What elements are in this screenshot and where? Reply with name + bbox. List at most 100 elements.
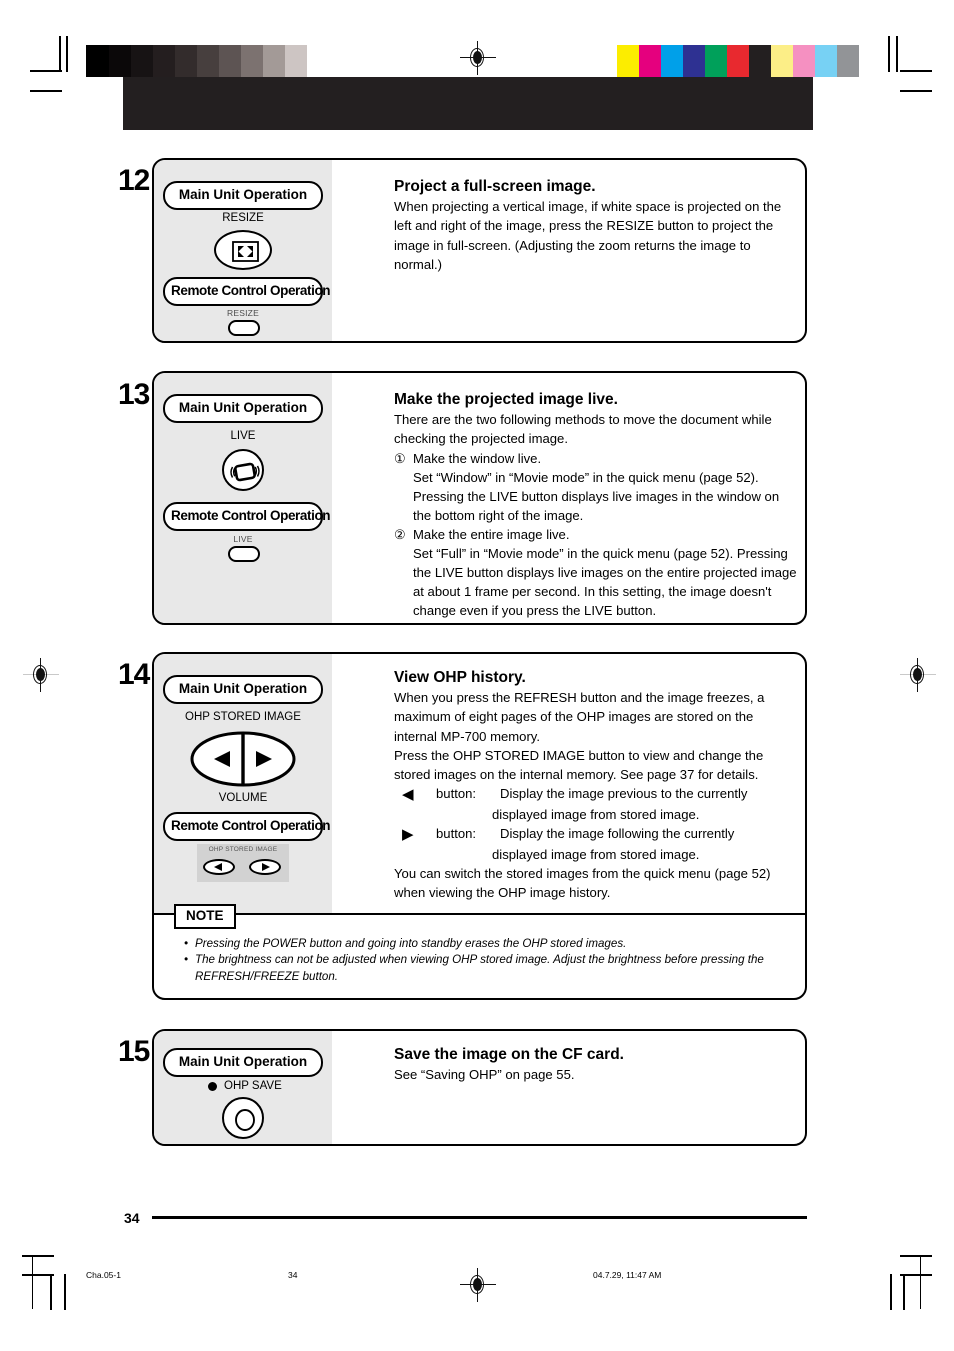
step-14-body-2: Press the OHP STORED IMAGE button to vie… [394,747,764,782]
step-14-prev-button-row: ◀ button: Display the image previous to … [394,784,799,805]
color-swatch-0 [617,45,639,77]
step-14-body-1: When you press the REFRESH button and th… [394,690,765,744]
gray-swatch-4 [175,45,197,77]
step-12-heading: Project a full-screen image. [394,178,596,195]
ohp-stored-image-prev-button-remote[interactable] [203,859,235,875]
resize-icon [232,241,259,262]
crop-mark-br-h [900,1255,932,1257]
color-swatch-3 [683,45,705,77]
main-unit-operation-label-15: Main Unit Operation [163,1048,323,1077]
step-13-item-1-detail: Set “Window” in “Movie mode” in the quic… [413,469,780,523]
circled-number-2: ② [394,527,406,543]
live-button-remote[interactable] [228,546,260,562]
next-button-label: button: [436,826,477,842]
step-13-item-1-title: Make the window live. [413,450,542,466]
live-caption-remote-13: LIVE [233,534,253,544]
volume-caption-14: VOLUME [218,792,268,804]
ohp-stored-image-next-button-remote[interactable] [249,859,281,875]
crop-mark-tr-h2 [900,90,932,92]
live-button-main-unit[interactable] [222,449,264,491]
step-number-14: 14 [118,658,150,691]
gray-swatch-2 [131,45,153,77]
note-divider [154,913,805,916]
right-arrow-icon [262,863,270,871]
grayscale-calibration-bar [87,45,329,77]
ohp-save-caption-15: OHP SAVE [224,1080,282,1092]
step-block-13: Main Unit Operation LIVE Remote Control … [152,371,807,625]
gray-swatch-10 [307,45,329,77]
crop-mark-tl-v [59,36,61,72]
next-button-text: Display the image following the currentl… [500,826,735,842]
step-13-item-1-title-row: ① Make the window live. [394,449,799,468]
crop-mark-tl-h2 [30,90,62,92]
page-number: 34 [124,1210,140,1226]
gray-swatch-6 [219,45,241,77]
note-tag: NOTE [174,904,236,929]
gray-swatch-8 [263,45,285,77]
bleed-line-right [920,1255,922,1309]
step-14-prev-button-text2: displayed image from stored image. [492,806,700,822]
prev-button-text: Display the image previous to the curren… [500,785,748,801]
ohp-save-icon [235,1109,255,1131]
prev-button-label: button: [436,785,477,801]
step-15-body: See “Saving OHP” on page 55. [394,1067,575,1083]
step-13-item-2-title: Make the entire image live. [413,527,570,543]
right-arrow-icon: ▶ [402,826,414,844]
color-swatch-10 [837,45,859,77]
step-13-text: Make the projected image live. There are… [394,390,799,621]
color-calibration-bar [617,45,859,77]
step-number-12: 12 [118,164,150,197]
gray-swatch-3 [153,45,175,77]
color-swatch-7 [771,45,793,77]
live-icon [230,462,260,482]
step-14-heading: View OHP history. [394,669,526,686]
step-13-item-2-detail: Set “Full” in “Movie mode” in the quick … [413,546,797,619]
note-body: • Pressing the POWER button and going in… [184,936,784,985]
main-unit-operation-label-14: Main Unit Operation [163,675,323,704]
step-block-12: Main Unit Operation RESIZE Remote Contro… [152,158,807,343]
ohp-stored-image-caption-main-14: OHP STORED IMAGE [185,711,301,723]
circled-number-1: ① [394,450,406,466]
crop-mark-tr-h [900,70,932,72]
ohp-stored-image-rocker[interactable] [190,730,296,788]
step-block-14: Main Unit Operation OHP STORED IMAGE VOL… [152,652,807,1000]
crop-mark-br-v [890,1274,892,1310]
crop-mark-br-v2 [903,1274,905,1310]
color-swatch-4 [705,45,727,77]
crop-mark-tr-v [888,36,890,72]
remote-control-operation-label-14: Remote Control Operation [163,812,331,841]
step-14-body-3: You can switch the stored images from th… [394,866,771,901]
left-arrow-icon [214,863,222,871]
step-14-text: View OHP history. When you press the REF… [394,668,799,902]
note-bullet-2: • The brightness can not be adjusted whe… [184,952,784,985]
note-bullet-2-text: The brightness can not be adjusted when … [195,953,764,983]
step-12-body: When projecting a vertical image, if whi… [394,199,782,272]
resize-caption-remote-12: RESIZE [227,308,259,318]
step-13-item-2-title-row: ② Make the entire image live. [394,525,799,544]
resize-button-main-unit[interactable] [214,230,272,270]
crop-mark-bl-h [22,1255,54,1257]
remote-ohp-stored-image-group: OHP STORED IMAGE [197,844,289,882]
remote-control-operation-label-12: Remote Control Operation [163,277,331,306]
step-12-text: Project a full-screen image. When projec… [394,177,794,274]
bullet-icon: • [184,953,189,967]
main-unit-operation-label-12: Main Unit Operation [163,181,323,210]
registration-target-left [23,658,59,692]
manual-page: 12 Main Unit Operation RESIZE Remote Con… [0,0,954,1351]
registration-target-top [460,41,496,75]
bleed-line-left [32,1255,34,1309]
step-14-next-button-row: ▶ button: Display the image following th… [394,824,799,845]
resize-button-remote[interactable] [228,320,260,336]
note-bullet-1: • Pressing the POWER button and going in… [184,936,784,952]
resize-caption-main-12: RESIZE [222,212,264,224]
step-13-intro: There are the two following methods to m… [394,412,772,447]
gray-swatch-1 [109,45,131,77]
crop-mark-bl-v [50,1274,52,1310]
color-swatch-5 [727,45,749,77]
crop-mark-br-h2 [900,1274,932,1276]
footer-file-name: Cha.05-1 [86,1270,121,1280]
ohp-save-button[interactable] [222,1097,264,1139]
color-swatch-1 [639,45,661,77]
step-14-next-button-text2: displayed image from stored image. [492,847,700,863]
left-arrow-icon: ◀ [402,785,414,803]
